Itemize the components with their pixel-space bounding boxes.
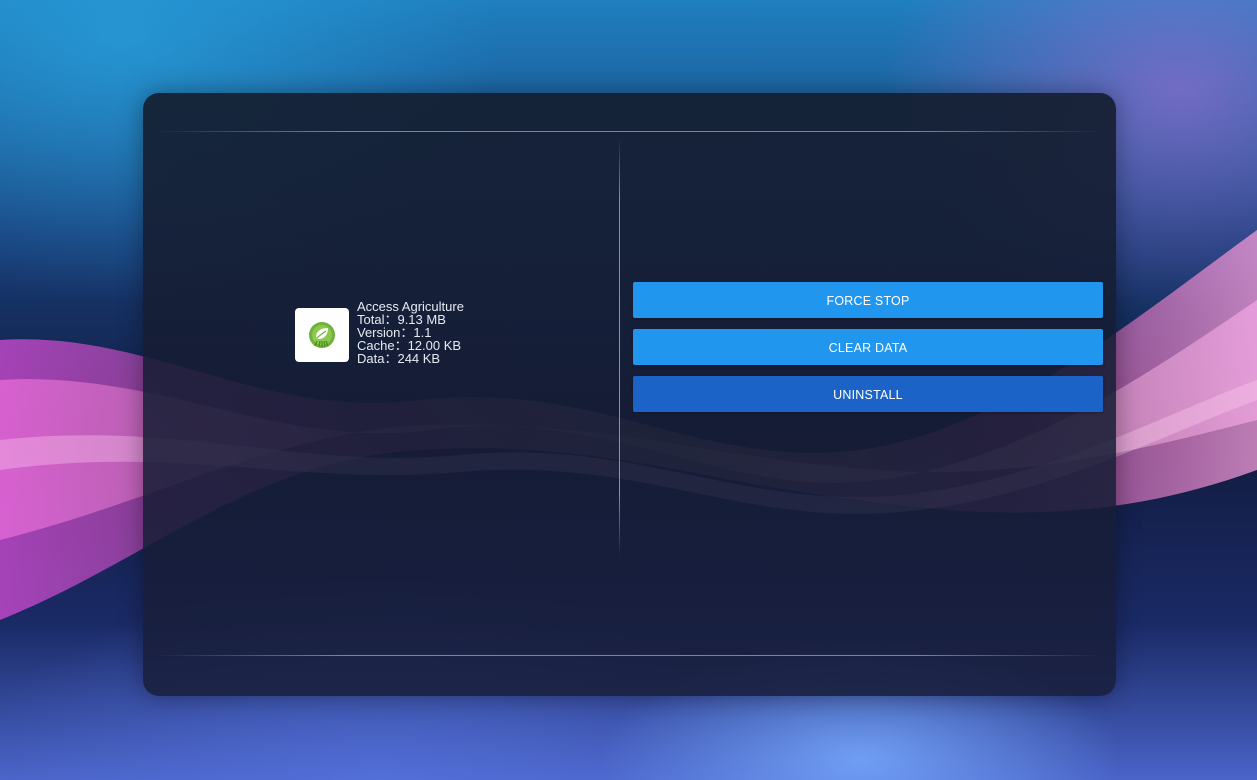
clear-data-button[interactable]: CLEAR DATA — [633, 329, 1103, 365]
action-buttons: FORCE STOP CLEAR DATA UNINSTALL — [633, 282, 1103, 423]
app-details-panel: Access Agriculture Total：9.13 MB Version… — [143, 93, 1116, 696]
force-stop-button[interactable]: FORCE STOP — [633, 282, 1103, 318]
app-data-size: Data：244 KB — [357, 351, 441, 366]
center-divider — [619, 138, 620, 556]
uninstall-button[interactable]: UNINSTALL — [633, 376, 1103, 412]
leaf-logo-icon — [295, 307, 349, 362]
app-info: Access Agriculture Total：9.13 MB Version… — [295, 300, 464, 365]
top-divider — [155, 131, 1104, 132]
app-text: Access Agriculture Total：9.13 MB Version… — [357, 300, 464, 365]
bottom-divider — [155, 655, 1104, 656]
app-info-screen: Access Agriculture Total：9.13 MB Version… — [0, 0, 1257, 780]
